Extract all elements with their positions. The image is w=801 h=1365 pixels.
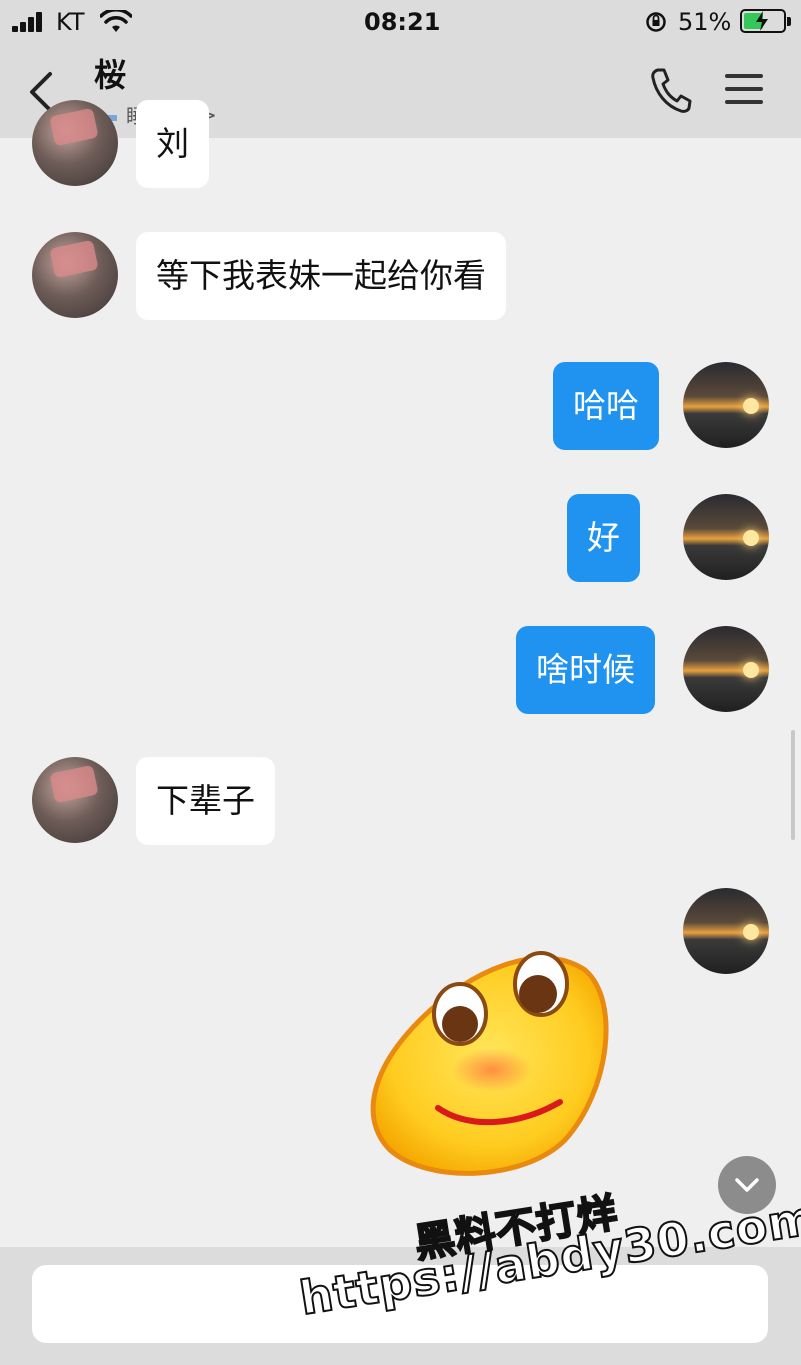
friend-avatar[interactable] xyxy=(32,757,118,843)
battery-percent: 51% xyxy=(678,8,732,36)
message-bubble-outgoing: 哈哈 xyxy=(553,362,659,450)
contact-name: 桜 xyxy=(94,56,127,94)
battery-icon xyxy=(740,9,791,33)
scrollbar[interactable] xyxy=(791,730,795,840)
clock: 08:21 xyxy=(364,8,441,36)
carrier-label: KT xyxy=(56,8,85,36)
friend-avatar[interactable] xyxy=(32,232,118,318)
cellular-signal-icon xyxy=(12,12,46,32)
chevron-down-icon xyxy=(735,1178,759,1192)
my-avatar[interactable] xyxy=(683,362,769,448)
message-bubble-incoming: 下辈子 xyxy=(136,757,275,845)
message-bubble-incoming: 刘 xyxy=(136,100,209,188)
message-bubble-incoming: 等下我表妹一起给你看 xyxy=(136,232,506,320)
rotation-lock-icon xyxy=(646,12,666,32)
menu-icon[interactable] xyxy=(725,72,765,106)
phone-call-icon[interactable] xyxy=(648,66,692,114)
message-bubble-outgoing: 好 xyxy=(567,494,640,582)
friend-avatar[interactable] xyxy=(32,100,118,186)
message-bubble-outgoing: 啥时候 xyxy=(516,626,655,714)
my-avatar[interactable] xyxy=(683,888,769,974)
status-bar: KT 08:21 51% xyxy=(0,0,801,46)
wifi-icon xyxy=(100,10,132,32)
my-avatar[interactable] xyxy=(683,626,769,712)
my-avatar[interactable] xyxy=(683,494,769,580)
smiley-sticker-icon[interactable] xyxy=(360,940,620,1180)
